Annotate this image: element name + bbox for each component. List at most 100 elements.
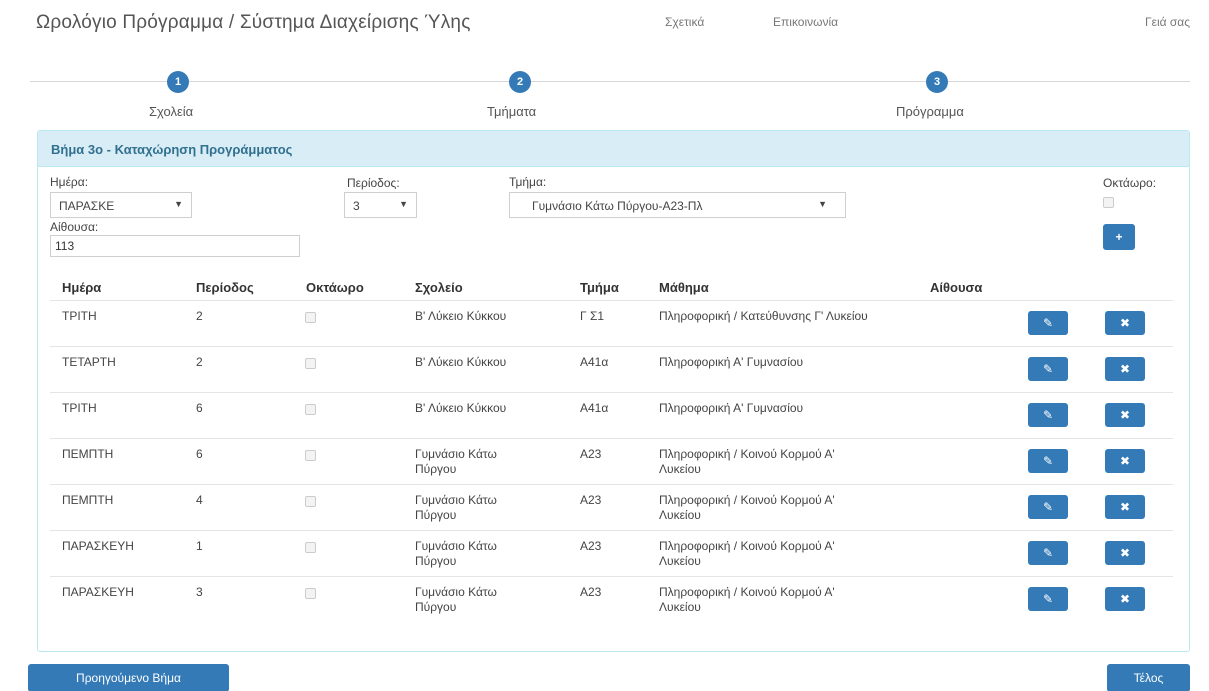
delete-button[interactable]: ✖	[1105, 495, 1145, 519]
row-eight-hour-checkbox[interactable]	[305, 404, 316, 415]
cell-school: Γυμνάσιο Κάτω Πύργου	[415, 539, 497, 568]
cell-section: Α23	[580, 585, 602, 599]
row-eight-hour-checkbox[interactable]	[305, 588, 316, 599]
header-section: Τμήμα	[580, 280, 619, 295]
cell-period: 6	[196, 447, 203, 461]
delete-button[interactable]: ✖	[1105, 587, 1145, 611]
delete-icon: ✖	[1119, 408, 1131, 422]
row-eight-hour-checkbox[interactable]	[305, 542, 316, 553]
eight-hour-label: Οκτάωρο:	[1103, 176, 1157, 190]
cell-section: Α41α	[580, 355, 609, 369]
edit-button[interactable]: ✎	[1028, 587, 1068, 611]
step-3-label: Πρόγραμμα	[896, 104, 964, 119]
room-input[interactable]	[50, 235, 300, 257]
cell-course: Πληροφορική / Κοινού Κορμού Α' Λυκείου	[659, 493, 835, 522]
cell-course: Πληροφορική / Κοινού Κορμού Α' Λυκείου	[659, 447, 835, 476]
previous-step-button[interactable]: Προηγούμενο Βήμα	[28, 664, 229, 691]
delete-button[interactable]: ✖	[1105, 541, 1145, 565]
edit-button[interactable]: ✎	[1028, 541, 1068, 565]
cell-course: Πληροφορική / Κοινού Κορμού Α' Λυκείου	[659, 585, 835, 614]
table-row: ΠΑΡΑΣΚΕΥΗ 1 Γυμνάσιο Κάτω Πύργου Α23 Πλη…	[50, 530, 1173, 576]
cell-period: 4	[196, 493, 203, 507]
edit-icon: ✎	[1042, 500, 1054, 514]
cell-school: Β' Λύκειο Κύκκου	[415, 401, 507, 415]
cell-day: ΠΕΜΠΤΗ	[62, 493, 114, 507]
period-select-value: 3	[353, 199, 360, 213]
navbar: Ωρολόγιο Πρόγραμμα / Σύστημα Διαχείρισης…	[0, 0, 1209, 46]
edit-icon: ✎	[1042, 592, 1054, 606]
table-row: ΤΡΙΤΗ 6 Β' Λύκειο Κύκκου Α41α Πληροφορικ…	[50, 392, 1173, 438]
edit-button[interactable]: ✎	[1028, 357, 1068, 381]
header-course: Μάθημα	[659, 280, 709, 295]
edit-icon: ✎	[1042, 408, 1054, 422]
cell-day: ΤΡΙΤΗ	[62, 309, 97, 323]
app-title[interactable]: Ωρολόγιο Πρόγραμμα / Σύστημα Διαχείρισης…	[36, 12, 471, 34]
cell-school: Β' Λύκειο Κύκκου	[415, 355, 507, 369]
row-eight-hour-checkbox[interactable]	[305, 450, 316, 461]
table-row: ΤΕΤΑΡΤΗ 2 Β' Λύκειο Κύκκου Α41α Πληροφορ…	[50, 346, 1173, 392]
cell-course: Πληροφορική / Κατεύθυνσης Γ' Λυκείου	[659, 309, 868, 323]
cell-school: Β' Λύκειο Κύκκου	[415, 309, 507, 323]
day-select-value: ΠΑΡΑΣΚΕ	[59, 199, 115, 213]
step-1-circle[interactable]: 1	[167, 71, 189, 93]
edit-button[interactable]: ✎	[1028, 449, 1068, 473]
cell-school: Γυμνάσιο Κάτω Πύργου	[415, 493, 497, 522]
cell-course: Πληροφορική Α' Γυμνασίου	[659, 355, 804, 369]
row-eight-hour-checkbox[interactable]	[305, 358, 316, 369]
cell-period: 2	[196, 355, 203, 369]
nav-about-link[interactable]: Σχετικά	[665, 15, 704, 29]
header-period: Περίοδος	[196, 280, 254, 295]
table-row: ΠΕΜΠΤΗ 6 Γυμνάσιο Κάτω Πύργου Α23 Πληροφ…	[50, 438, 1173, 484]
edit-button[interactable]: ✎	[1028, 403, 1068, 427]
wizard-progress-line	[30, 81, 1190, 82]
edit-button[interactable]: ✎	[1028, 311, 1068, 335]
row-eight-hour-checkbox[interactable]	[305, 312, 316, 323]
edit-icon: ✎	[1042, 454, 1054, 468]
delete-icon: ✖	[1119, 500, 1131, 514]
cell-section: Α23	[580, 447, 602, 461]
edit-icon: ✎	[1042, 316, 1054, 330]
cell-section: Α23	[580, 539, 602, 553]
delete-button[interactable]: ✖	[1105, 357, 1145, 381]
delete-icon: ✖	[1119, 454, 1131, 468]
delete-icon: ✖	[1119, 546, 1131, 560]
chevron-down-icon: ▼	[174, 199, 183, 209]
chevron-down-icon: ▼	[399, 199, 408, 209]
delete-icon: ✖	[1119, 592, 1131, 606]
step-2-circle[interactable]: 2	[509, 71, 531, 93]
step-3-circle[interactable]: 3	[926, 71, 948, 93]
cell-period: 6	[196, 401, 203, 415]
day-select[interactable]: ΠΑΡΑΣΚΕ ▼	[50, 192, 192, 218]
cell-period: 1	[196, 539, 203, 553]
finish-button[interactable]: Τέλος	[1107, 664, 1190, 691]
header-school: Σχολείο	[415, 280, 463, 295]
table-row: ΠΑΡΑΣΚΕΥΗ 3 Γυμνάσιο Κάτω Πύργου Α23 Πλη…	[50, 576, 1173, 622]
delete-icon: ✖	[1119, 316, 1131, 330]
delete-button[interactable]: ✖	[1105, 449, 1145, 473]
cell-section: Γ Σ1	[580, 309, 605, 323]
cell-school: Γυμνάσιο Κάτω Πύργου	[415, 447, 497, 476]
nav-contact-link[interactable]: Επικοινωνία	[773, 15, 838, 29]
edit-button[interactable]: ✎	[1028, 495, 1068, 519]
delete-icon: ✖	[1119, 362, 1131, 376]
row-eight-hour-checkbox[interactable]	[305, 496, 316, 507]
period-select[interactable]: 3 ▼	[344, 192, 417, 218]
panel-title: Βήμα 3ο - Καταχώρηση Προγράμματος	[38, 131, 1189, 167]
header-eight-hour: Οκτάωρο	[306, 280, 364, 295]
cell-section: Α41α	[580, 401, 609, 415]
cell-period: 3	[196, 585, 203, 599]
step-2-label: Τμήματα	[487, 104, 537, 119]
eight-hour-checkbox[interactable]	[1103, 197, 1114, 208]
nav-greeting[interactable]: Γειά σας	[1145, 15, 1190, 29]
cell-course: Πληροφορική / Κοινού Κορμού Α' Λυκείου	[659, 539, 835, 568]
chevron-down-icon: ▼	[818, 199, 827, 209]
cell-day: ΠΑΡΑΣΚΕΥΗ	[62, 585, 134, 599]
section-select-value: Γυμνάσιο Κάτω Πύργου-Α23-Πλ	[532, 199, 703, 213]
section-select[interactable]: Γυμνάσιο Κάτω Πύργου-Α23-Πλ ▼	[509, 192, 846, 218]
add-button[interactable]: +	[1103, 224, 1135, 250]
delete-button[interactable]: ✖	[1105, 311, 1145, 335]
day-label: Ημέρα:	[50, 175, 89, 189]
delete-button[interactable]: ✖	[1105, 403, 1145, 427]
edit-icon: ✎	[1042, 362, 1054, 376]
period-label: Περίοδος:	[347, 176, 400, 190]
